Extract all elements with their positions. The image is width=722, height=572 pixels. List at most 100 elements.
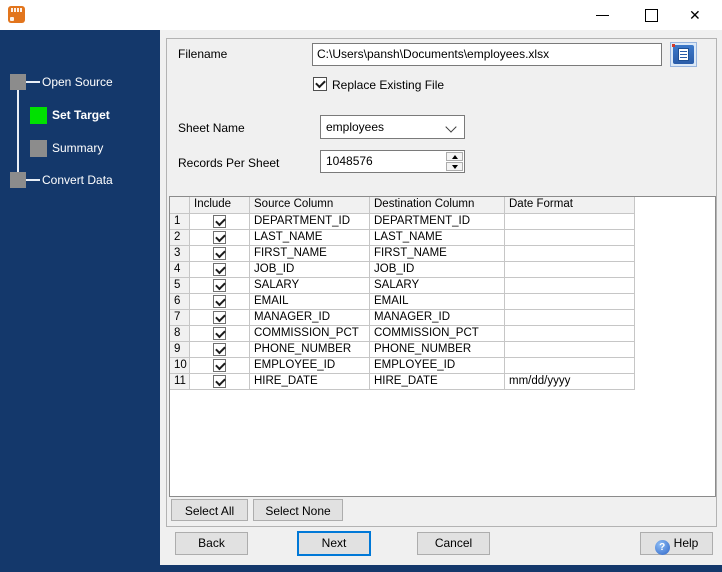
include-checkbox[interactable] [213,343,226,356]
include-checkbox[interactable] [213,247,226,260]
include-checkbox[interactable] [213,215,226,228]
destination-column-cell[interactable]: JOB_ID [370,262,505,278]
sidebar-item-open-source: Open Source [42,75,113,89]
grid-header-rownum [170,197,190,214]
date-format-cell[interactable] [505,358,635,374]
table-row[interactable]: 1 DEPARTMENT_ID DEPARTMENT_ID [170,214,715,230]
spin-down-button[interactable] [446,162,463,171]
source-column-cell[interactable]: COMMISSION_PCT [250,326,370,342]
date-format-cell[interactable] [505,278,635,294]
sheet-name-select[interactable]: employees [320,115,465,139]
step-square-convert-data [10,172,26,188]
date-format-cell[interactable] [505,214,635,230]
include-cell[interactable] [190,358,250,374]
include-checkbox[interactable] [213,311,226,324]
help-icon: ? [654,540,670,555]
row-number: 5 [170,278,190,294]
include-checkbox[interactable] [213,231,226,244]
spin-up-button[interactable] [446,152,463,161]
arrow-up-icon [452,155,458,159]
source-column-cell[interactable]: HIRE_DATE [250,374,370,390]
table-row[interactable]: 11 HIRE_DATE HIRE_DATE mm/dd/yyyy [170,374,715,390]
source-column-cell[interactable]: MANAGER_ID [250,310,370,326]
include-checkbox[interactable] [213,263,226,276]
include-cell[interactable] [190,374,250,390]
destination-column-cell[interactable]: SALARY [370,278,505,294]
source-column-cell[interactable]: LAST_NAME [250,230,370,246]
next-button[interactable]: Next [297,531,371,556]
table-row[interactable]: 2 LAST_NAME LAST_NAME [170,230,715,246]
row-number: 7 [170,310,190,326]
date-format-cell[interactable] [505,294,635,310]
destination-column-cell[interactable]: EMPLOYEE_ID [370,358,505,374]
source-column-cell[interactable]: PHONE_NUMBER [250,342,370,358]
records-per-sheet-spinner[interactable]: 1048576 [320,150,465,173]
source-column-cell[interactable]: DEPARTMENT_ID [250,214,370,230]
browse-button[interactable] [670,42,697,67]
table-row[interactable]: 6 EMAIL EMAIL [170,294,715,310]
step-square-set-target [30,107,47,124]
destination-column-cell[interactable]: FIRST_NAME [370,246,505,262]
source-column-cell[interactable]: JOB_ID [250,262,370,278]
chevron-down-icon [445,121,457,133]
include-checkbox[interactable] [213,375,226,388]
table-row[interactable]: 5 SALARY SALARY [170,278,715,294]
source-column-cell[interactable]: EMAIL [250,294,370,310]
include-cell[interactable] [190,342,250,358]
table-row[interactable]: 9 PHONE_NUMBER PHONE_NUMBER [170,342,715,358]
date-format-cell[interactable] [505,230,635,246]
date-format-cell[interactable] [505,326,635,342]
date-format-cell[interactable] [505,246,635,262]
minimize-button[interactable] [581,0,625,30]
grid-header-include[interactable]: Include [190,197,250,214]
source-column-cell[interactable]: SALARY [250,278,370,294]
filename-input[interactable]: C:\Users\pansh\Documents\employees.xlsx [312,43,662,66]
date-format-cell[interactable]: mm/dd/yyyy [505,374,635,390]
source-column-cell[interactable]: FIRST_NAME [250,246,370,262]
replace-existing-file-checkbox[interactable] [313,77,327,91]
row-number: 10 [170,358,190,374]
close-button[interactable]: ✕ [676,0,720,30]
source-column-cell[interactable]: EMPLOYEE_ID [250,358,370,374]
grid-header-destination-column[interactable]: Destination Column [370,197,505,214]
date-format-cell[interactable] [505,310,635,326]
destination-column-cell[interactable]: DEPARTMENT_ID [370,214,505,230]
include-cell[interactable] [190,294,250,310]
include-cell[interactable] [190,278,250,294]
destination-column-cell[interactable]: HIRE_DATE [370,374,505,390]
include-cell[interactable] [190,230,250,246]
row-number: 1 [170,214,190,230]
include-cell[interactable] [190,310,250,326]
select-none-button[interactable]: Select None [253,499,343,521]
destination-column-cell[interactable]: COMMISSION_PCT [370,326,505,342]
table-row[interactable]: 3 FIRST_NAME FIRST_NAME [170,246,715,262]
include-cell[interactable] [190,246,250,262]
include-cell[interactable] [190,262,250,278]
include-checkbox[interactable] [213,295,226,308]
destination-column-cell[interactable]: PHONE_NUMBER [370,342,505,358]
help-button[interactable]: ? Help [640,532,713,555]
records-per-sheet-label: Records Per Sheet [178,156,280,170]
grid-header-date-format[interactable]: Date Format [505,197,635,214]
include-cell[interactable] [190,214,250,230]
select-all-button[interactable]: Select All [171,499,248,521]
maximize-button[interactable] [629,0,673,30]
table-row[interactable]: 7 MANAGER_ID MANAGER_ID [170,310,715,326]
table-row[interactable]: 4 JOB_ID JOB_ID [170,262,715,278]
cancel-button[interactable]: Cancel [417,532,490,555]
destination-column-cell[interactable]: MANAGER_ID [370,310,505,326]
include-checkbox[interactable] [213,279,226,292]
date-format-cell[interactable] [505,262,635,278]
grid-header-source-column[interactable]: Source Column [250,197,370,214]
destination-column-cell[interactable]: LAST_NAME [370,230,505,246]
destination-column-cell[interactable]: EMAIL [370,294,505,310]
back-button[interactable]: Back [175,532,248,555]
table-row[interactable]: 8 COMMISSION_PCT COMMISSION_PCT [170,326,715,342]
include-cell[interactable] [190,326,250,342]
date-format-cell[interactable] [505,342,635,358]
include-checkbox[interactable] [213,359,226,372]
grid-header-row: Include Source Column Destination Column… [170,197,715,214]
include-checkbox[interactable] [213,327,226,340]
filename-label: Filename [178,47,228,61]
table-row[interactable]: 10 EMPLOYEE_ID EMPLOYEE_ID [170,358,715,374]
